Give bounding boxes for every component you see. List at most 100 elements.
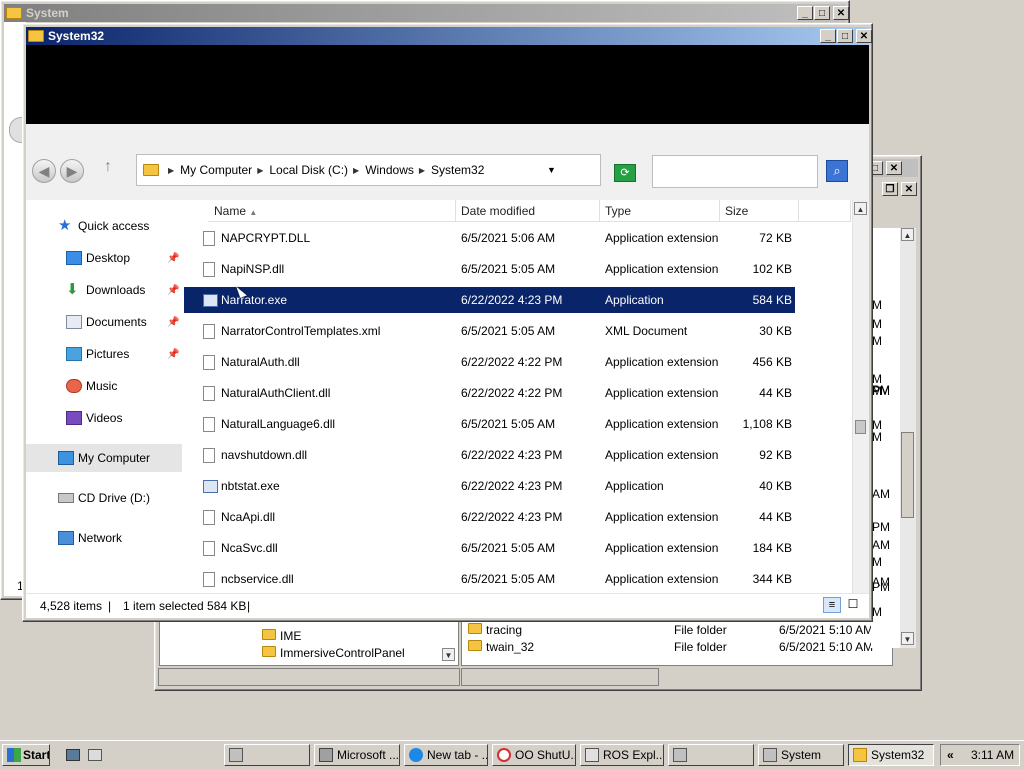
maximize-button[interactable]: □ — [814, 6, 830, 20]
file-type: Application extension — [605, 448, 719, 462]
taskbar-button-system[interactable]: System — [758, 744, 844, 766]
start-button[interactable]: Start — [2, 744, 50, 766]
nav-item-desktop[interactable]: Desktop 📌 — [26, 244, 182, 272]
search-input[interactable] — [652, 155, 818, 188]
up-arrow-icon[interactable]: ↑ — [104, 158, 112, 176]
details-view-icon[interactable]: ≡ — [823, 597, 841, 613]
close-button[interactable]: ✕ — [833, 6, 849, 20]
tree-item-ime[interactable]: IME — [260, 629, 301, 643]
tray-expand-chevron[interactable]: « — [947, 745, 954, 765]
chevron-right-icon[interactable]: ▶ — [419, 166, 425, 175]
close-button-inner[interactable]: ✕ — [901, 182, 917, 196]
file-row[interactable]: NAPCRYPT.DLL 6/5/2021 5:06 AM Application … — [184, 225, 795, 251]
scroll-thumb[interactable] — [901, 432, 914, 518]
breadcrumb-windows[interactable]: Windows — [365, 163, 414, 177]
breadcrumb-my-computer[interactable]: My Computer — [180, 163, 252, 177]
breadcrumb-system32[interactable]: System32 — [431, 163, 484, 177]
column-header-blank[interactable] — [799, 200, 851, 222]
file-name: NcaSvc.dll — [221, 541, 278, 555]
column-header-type[interactable]: Type — [600, 200, 720, 222]
file-date: 6/22/2022 4:23 PM — [461, 510, 563, 524]
scroll-down-button[interactable]: ▼ — [442, 648, 455, 661]
minimize-button[interactable]: _ — [820, 29, 836, 43]
taskbar: Start Microsoft ... New tab - ... OO Shu… — [0, 740, 1024, 769]
scroll-down-button[interactable]: ▼ — [901, 632, 914, 645]
quicklaunch-desktop-icon[interactable] — [66, 749, 80, 761]
breadcrumb-local-disk[interactable]: Local Disk (C:) — [269, 163, 348, 177]
nav-item-quick-access[interactable]: ★ Quick access — [26, 212, 182, 240]
close-button[interactable]: ✕ — [856, 29, 872, 43]
file-row[interactable]: Narrator.exe 6/22/2022 4:23 PM Application… — [184, 287, 795, 313]
shutup-icon — [497, 748, 511, 762]
quicklaunch-explorer-icon[interactable] — [88, 749, 102, 761]
file-list-scrollbar[interactable]: ▲ ▼ — [852, 200, 869, 611]
file-icon — [203, 262, 215, 277]
list-item[interactable]: twain_32 — [466, 640, 534, 654]
restore-button[interactable]: ❐ — [882, 182, 898, 196]
taskbar-button-blank-2[interactable] — [668, 744, 754, 766]
tree-item-immersive[interactable]: ImmersiveControlPanel — [260, 646, 405, 660]
minimize-button[interactable]: _ — [797, 6, 813, 20]
file-row[interactable]: navshutdown.dll 6/22/2022 4:23 PM Applicat… — [184, 442, 795, 468]
nav-item-cd-drive[interactable]: CD Drive (D:) — [26, 484, 182, 512]
taskbar-button-ros-explorer[interactable]: ROS Expl... — [580, 744, 664, 766]
bg-vscroll[interactable]: ▲ ▼ — [900, 228, 916, 648]
list-item[interactable]: tracing — [466, 623, 522, 637]
chevron-right-icon[interactable]: ▶ — [257, 166, 263, 175]
address-dropdown-icon[interactable]: ▼ — [547, 165, 556, 175]
file-size: 102 KB — [752, 262, 792, 276]
file-row[interactable]: NaturalLanguage6.dll 6/5/2021 5:05 AM Appl… — [184, 411, 795, 437]
nav-item-pictures[interactable]: Pictures 📌 — [26, 340, 182, 368]
column-header-name[interactable]: Name ▲ — [208, 200, 456, 222]
tree-item-label: IME — [280, 629, 302, 643]
scroll-thumb[interactable] — [855, 420, 866, 434]
file-name: navshutdown.dll — [221, 448, 308, 462]
system-titlebar[interactable]: System _ □ ✕ — [4, 4, 849, 22]
date-fragment: AM — [872, 538, 890, 552]
maximize-button[interactable]: □ — [837, 29, 853, 43]
file-size: 344 KB — [752, 572, 792, 586]
nav-item-downloads[interactable]: ⬇ Downloads 📌 — [26, 276, 182, 304]
column-header-label: Name — [214, 204, 247, 218]
taskbar-button-microsoft[interactable]: Microsoft ... — [314, 744, 400, 766]
status-bar: 4,528 items | 1 item selected 584 KB | ≡… — [26, 593, 869, 618]
refresh-button[interactable]: ⟳ — [614, 164, 636, 182]
nav-item-videos[interactable]: Videos — [26, 404, 182, 432]
column-header-date[interactable]: Date modified — [456, 200, 600, 222]
pin-icon[interactable]: 📌 — [167, 317, 179, 328]
nav-item-my-computer[interactable]: My Computer — [26, 444, 182, 472]
file-type: Application extension — [605, 572, 719, 586]
forward-button[interactable]: ▶ — [60, 159, 84, 183]
file-row[interactable]: NcaSvc.dll 6/5/2021 5:05 AM Application ex… — [184, 535, 795, 561]
clock[interactable]: 3:11 AM — [971, 745, 1014, 765]
nav-item-music[interactable]: Music — [26, 372, 182, 400]
file-row[interactable]: nbtstat.exe 6/22/2022 4:23 PM Application 4… — [184, 473, 795, 499]
pin-icon[interactable]: 📌 — [167, 253, 179, 264]
file-row[interactable]: NapiNSP.dll 6/5/2021 5:05 AM Application e… — [184, 256, 795, 282]
nav-item-network[interactable]: Network — [26, 524, 182, 552]
nav-item-documents[interactable]: Documents 📌 — [26, 308, 182, 336]
system32-titlebar[interactable]: System32 _ □ ✕ — [26, 27, 872, 45]
cd-drive-icon — [58, 493, 74, 503]
taskbar-button-blank[interactable] — [224, 744, 310, 766]
file-row[interactable]: ncbservice.dll 6/5/2021 5:05 AM Applicatio… — [184, 566, 795, 592]
file-row[interactable]: NcaApi.dll 6/22/2022 4:23 PM Application e… — [184, 504, 795, 530]
taskbar-button-shutup[interactable]: OO ShutU... — [492, 744, 576, 766]
taskbar-button-system32[interactable]: System32 — [848, 744, 934, 766]
scroll-up-button[interactable]: ▲ — [854, 202, 867, 215]
search-icon[interactable]: ⌕ — [826, 160, 848, 182]
taskbar-button-new-tab[interactable]: New tab - ... — [404, 744, 488, 766]
chevron-right-icon[interactable]: ▶ — [168, 166, 174, 175]
file-row[interactable]: NaturalAuth.dll 6/22/2022 4:22 PM Applicat… — [184, 349, 795, 375]
pin-icon[interactable]: 📌 — [167, 285, 179, 296]
file-row[interactable]: NaturalAuthClient.dll 6/22/2022 4:22 PM Ap… — [184, 380, 795, 406]
pin-icon[interactable]: 📌 — [167, 349, 179, 360]
back-button[interactable]: ◀ — [32, 159, 56, 183]
scroll-up-button[interactable]: ▲ — [901, 228, 914, 241]
file-name: Narrator.exe — [221, 293, 288, 307]
chevron-right-icon[interactable]: ▶ — [353, 166, 359, 175]
address-bar[interactable]: ▶ My Computer ▶ Local Disk (C:) ▶ Window… — [136, 154, 601, 186]
file-row[interactable]: NarratorControlTemplates.xml 6/5/2021 5:0… — [184, 318, 795, 344]
large-icons-view-icon[interactable]: ☐ — [846, 597, 860, 611]
column-header-size[interactable]: Size — [720, 200, 799, 222]
